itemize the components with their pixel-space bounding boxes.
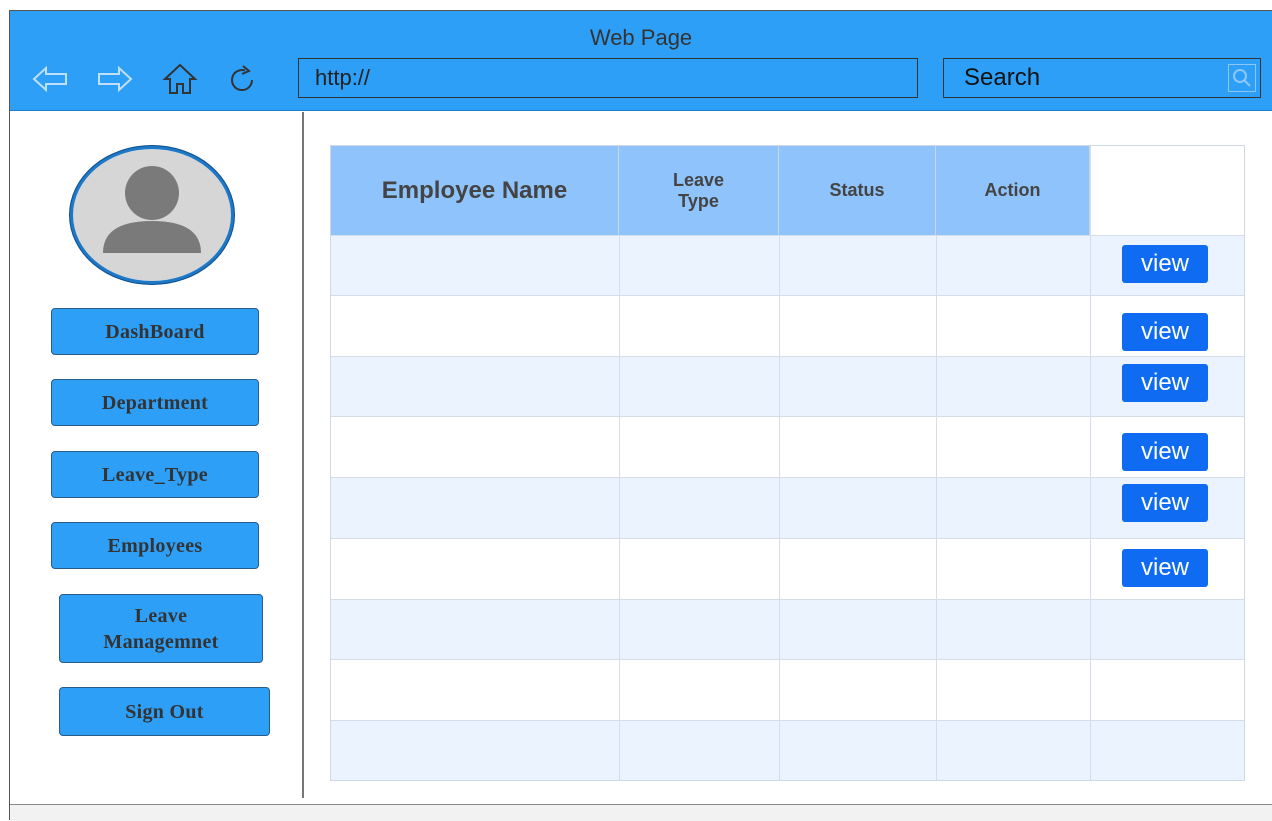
table-row xyxy=(331,356,1244,416)
status-bar xyxy=(10,804,1272,821)
sidebar-item-label: Department xyxy=(101,391,209,414)
column-divider xyxy=(779,235,780,780)
window-title: Web Page xyxy=(589,25,693,50)
sidebar-item-label: DashBoard xyxy=(105,320,205,343)
column-header-employee-name: Employee Name xyxy=(331,146,619,235)
table-row xyxy=(331,477,1244,538)
table-row xyxy=(331,295,1244,356)
table-row xyxy=(331,659,1244,720)
table-row xyxy=(331,599,1244,659)
back-arrow-icon xyxy=(32,65,67,93)
sidebar-item-label: Leave_Type xyxy=(102,463,208,486)
column-header-status: Status xyxy=(779,146,936,235)
sidebar-item-label: Leave Managemnet xyxy=(103,604,219,653)
table-row xyxy=(331,538,1244,599)
column-header-leave-type: Leave Type xyxy=(619,146,779,235)
view-button[interactable]: view xyxy=(1122,313,1208,351)
sidebar-item-label: Sign Out xyxy=(125,700,204,723)
home-icon xyxy=(162,63,198,94)
forward-arrow-icon xyxy=(98,65,133,93)
table-row xyxy=(331,235,1244,295)
avatar xyxy=(70,146,234,284)
search-input[interactable]: Search xyxy=(943,58,1261,98)
title-bar: Web Page http:// Search xyxy=(10,11,1272,111)
leave-table: Employee Name Leave Type Status Action v… xyxy=(330,145,1245,781)
back-button[interactable] xyxy=(30,59,70,99)
search-icon xyxy=(1233,69,1251,87)
search-label: Search xyxy=(964,64,1041,91)
column-divider xyxy=(1090,146,1091,780)
column-header-action: Action xyxy=(936,146,1090,235)
table-row xyxy=(331,416,1244,477)
table-row xyxy=(331,720,1244,780)
view-button[interactable]: view xyxy=(1122,484,1208,522)
sidebar-item-dashboard[interactable]: DashBoard xyxy=(51,308,259,355)
url-input[interactable]: http:// xyxy=(298,58,918,98)
sidebar-item-department[interactable]: Department xyxy=(51,379,259,426)
view-button[interactable]: view xyxy=(1122,549,1208,587)
user-avatar-icon xyxy=(103,166,201,253)
sidebar-divider xyxy=(302,112,304,798)
sidebar-item-sign-out[interactable]: Sign Out xyxy=(59,687,270,736)
column-divider xyxy=(619,235,620,780)
refresh-button[interactable] xyxy=(223,59,263,99)
forward-button[interactable] xyxy=(95,59,135,99)
sidebar-item-leave-type[interactable]: Leave_Type xyxy=(51,451,259,498)
view-button[interactable]: view xyxy=(1122,364,1208,402)
view-button[interactable]: view xyxy=(1122,245,1208,283)
sidebar-item-leave-management[interactable]: Leave Managemnet xyxy=(59,594,263,663)
sidebar-item-employees[interactable]: Employees xyxy=(51,522,259,569)
home-button[interactable] xyxy=(160,59,200,99)
refresh-icon xyxy=(231,65,254,92)
browser-window: Web Page http:// Search DashBoard Depart… xyxy=(9,10,1272,821)
search-button[interactable] xyxy=(1228,64,1256,92)
view-button[interactable]: view xyxy=(1122,433,1208,471)
sidebar-item-label: Employees xyxy=(107,534,203,557)
column-divider xyxy=(936,235,937,780)
